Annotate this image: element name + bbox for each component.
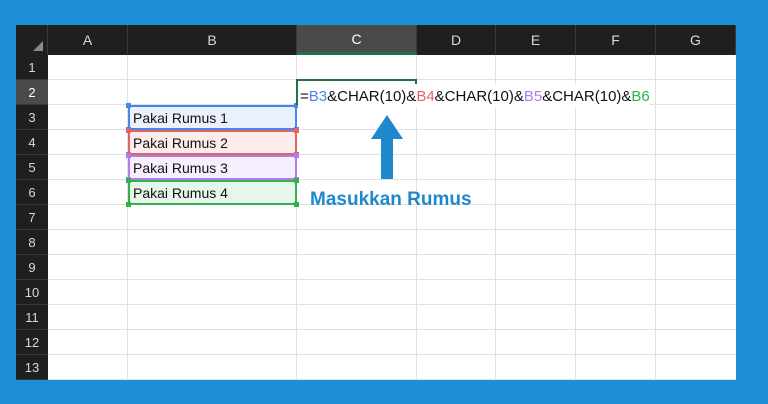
row-header-5[interactable]: 5 xyxy=(16,155,48,180)
cell-b5[interactable]: Pakai Rumus 3 xyxy=(128,155,297,180)
column-header-g[interactable]: G xyxy=(656,25,736,55)
row-header-1[interactable]: 1 xyxy=(16,55,48,80)
row-header-4[interactable]: 4 xyxy=(16,130,48,155)
formula-part-6: &CHAR(10)& xyxy=(542,87,632,105)
formula-part-0: = xyxy=(300,87,309,105)
row-header-10[interactable]: 10 xyxy=(16,280,48,305)
formula-part-5: B5 xyxy=(523,87,543,105)
column-header-d[interactable]: D xyxy=(417,25,496,55)
formula-part-7: B6 xyxy=(631,87,650,105)
formula-part-3: B4 xyxy=(416,87,435,105)
row-header-9[interactable]: 9 xyxy=(16,255,48,280)
column-gridline xyxy=(655,55,656,380)
callout-label: Masukkan Rumus xyxy=(310,189,472,210)
row-header-12[interactable]: 12 xyxy=(16,330,48,355)
row-header-11[interactable]: 11 xyxy=(16,305,48,330)
row-gridline xyxy=(48,379,736,380)
row-gridline xyxy=(48,304,736,305)
formula-part-2: &CHAR(10)& xyxy=(327,87,417,105)
cell-b6[interactable]: Pakai Rumus 4 xyxy=(128,180,297,205)
row-header-6[interactable]: 6 xyxy=(16,180,48,205)
column-header-b[interactable]: B xyxy=(128,25,297,55)
row-header-7[interactable]: 7 xyxy=(16,205,48,230)
row-header-2[interactable]: 2 xyxy=(16,80,48,105)
up-arrow-icon xyxy=(371,115,403,179)
cell-b4[interactable]: Pakai Rumus 2 xyxy=(128,130,297,155)
row-gridline xyxy=(48,354,736,355)
spreadsheet-grid[interactable]: ABCDEFG 1 2 3 4 5 6 7 8 9 10 11 12 13 Pakai Rumus 1P… xyxy=(16,25,736,380)
column-header-c[interactable]: C xyxy=(297,25,417,55)
column-header-f[interactable]: F xyxy=(576,25,656,55)
formula-part-1: B3 xyxy=(308,87,328,105)
row-gridline xyxy=(48,254,736,255)
row-header-3[interactable]: 3 xyxy=(16,105,48,130)
column-header-a[interactable]: A xyxy=(48,25,128,55)
row-gridline xyxy=(48,279,736,280)
formula-part-4: &CHAR(10)& xyxy=(434,87,524,105)
cell-b3[interactable]: Pakai Rumus 1 xyxy=(128,105,297,130)
row-header-13[interactable]: 13 xyxy=(16,355,48,380)
row-header-8[interactable]: 8 xyxy=(16,230,48,255)
row-gridline xyxy=(48,229,736,230)
formula-in-cell[interactable]: = B3 &CHAR(10)& B4 &CHAR(10)& B5 &CHAR(10)& B6 xyxy=(298,84,650,108)
select-all-triangle-icon xyxy=(33,41,43,51)
column-header-e[interactable]: E xyxy=(496,25,576,55)
row-gridline xyxy=(48,329,736,330)
select-all-corner[interactable] xyxy=(16,25,48,55)
